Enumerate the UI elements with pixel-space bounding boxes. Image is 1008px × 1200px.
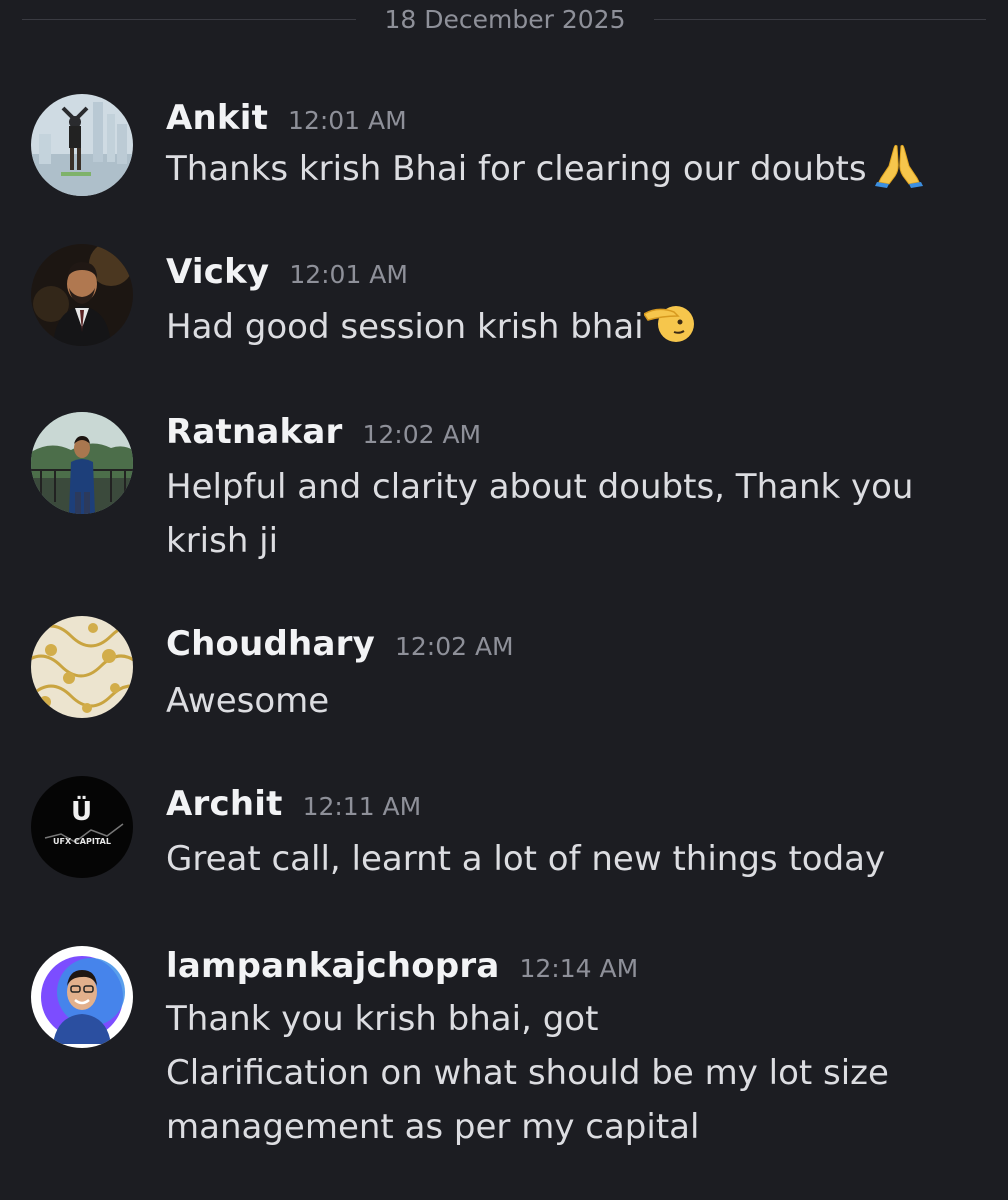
username[interactable]: Vicky	[166, 252, 269, 292]
divider-line-left	[22, 19, 356, 20]
message-line: krish ji	[166, 521, 279, 561]
date-divider: 18 December 2025	[22, 0, 986, 40]
avatar-logo-text: UFX CAPITAL	[53, 837, 111, 846]
username[interactable]: Ankit	[166, 98, 268, 138]
message-text: Thanks krish Bhai for clearing our doubt…	[166, 140, 966, 204]
saluting-face-emoji-icon	[642, 300, 696, 362]
username[interactable]: Ratnakar	[166, 412, 342, 452]
message-text: Awesome	[166, 674, 966, 728]
timestamp: 12:14 AM	[519, 954, 639, 983]
message-line: Thanks krish Bhai for clearing our doubt…	[166, 149, 867, 189]
timestamp: 12:02 AM	[362, 420, 482, 449]
username[interactable]: Archit	[166, 784, 283, 824]
avatar-lampankajchopra[interactable]	[31, 946, 133, 1048]
message-line: Had good session krish bhai	[166, 307, 644, 347]
timestamp: 12:02 AM	[394, 632, 514, 661]
avatar-ankit[interactable]	[31, 94, 133, 196]
svg-text:Ü: Ü	[71, 794, 92, 827]
message-line: Thank you krish bhai, got	[166, 999, 599, 1039]
message-text: Helpful and clarity about doubts, Thank …	[166, 460, 966, 568]
username[interactable]: Choudhary	[166, 624, 375, 664]
message-line: Great call, learnt a lot of new things t…	[166, 839, 886, 879]
timestamp: 12:01 AM	[289, 260, 408, 289]
message-text: Thank you krish bhai, got Clarification …	[166, 992, 966, 1154]
message-line: Helpful and clarity about doubts, Thank …	[166, 467, 914, 507]
message-line: management as per my capital	[166, 1107, 700, 1147]
date-divider-label: 18 December 2025	[384, 5, 626, 34]
avatar-vicky[interactable]	[31, 244, 133, 346]
message-text: Great call, learnt a lot of new things t…	[166, 832, 966, 886]
avatar-archit[interactable]: Ü UFX CAPITAL	[31, 776, 133, 878]
avatar-choudhary[interactable]	[31, 616, 133, 718]
message-text: Had good session krish bhai	[166, 300, 966, 362]
timestamp: 12:01 AM	[288, 106, 407, 135]
username[interactable]: lampankajchopra	[166, 946, 500, 986]
avatar-ratnakar[interactable]	[31, 412, 133, 514]
folded-hands-emoji-icon	[874, 140, 923, 204]
message-line: Awesome	[166, 681, 330, 721]
timestamp: 12:11 AM	[302, 792, 422, 821]
divider-line-right	[654, 19, 986, 20]
message-line: Clarification on what should be my lot s…	[166, 1053, 889, 1093]
